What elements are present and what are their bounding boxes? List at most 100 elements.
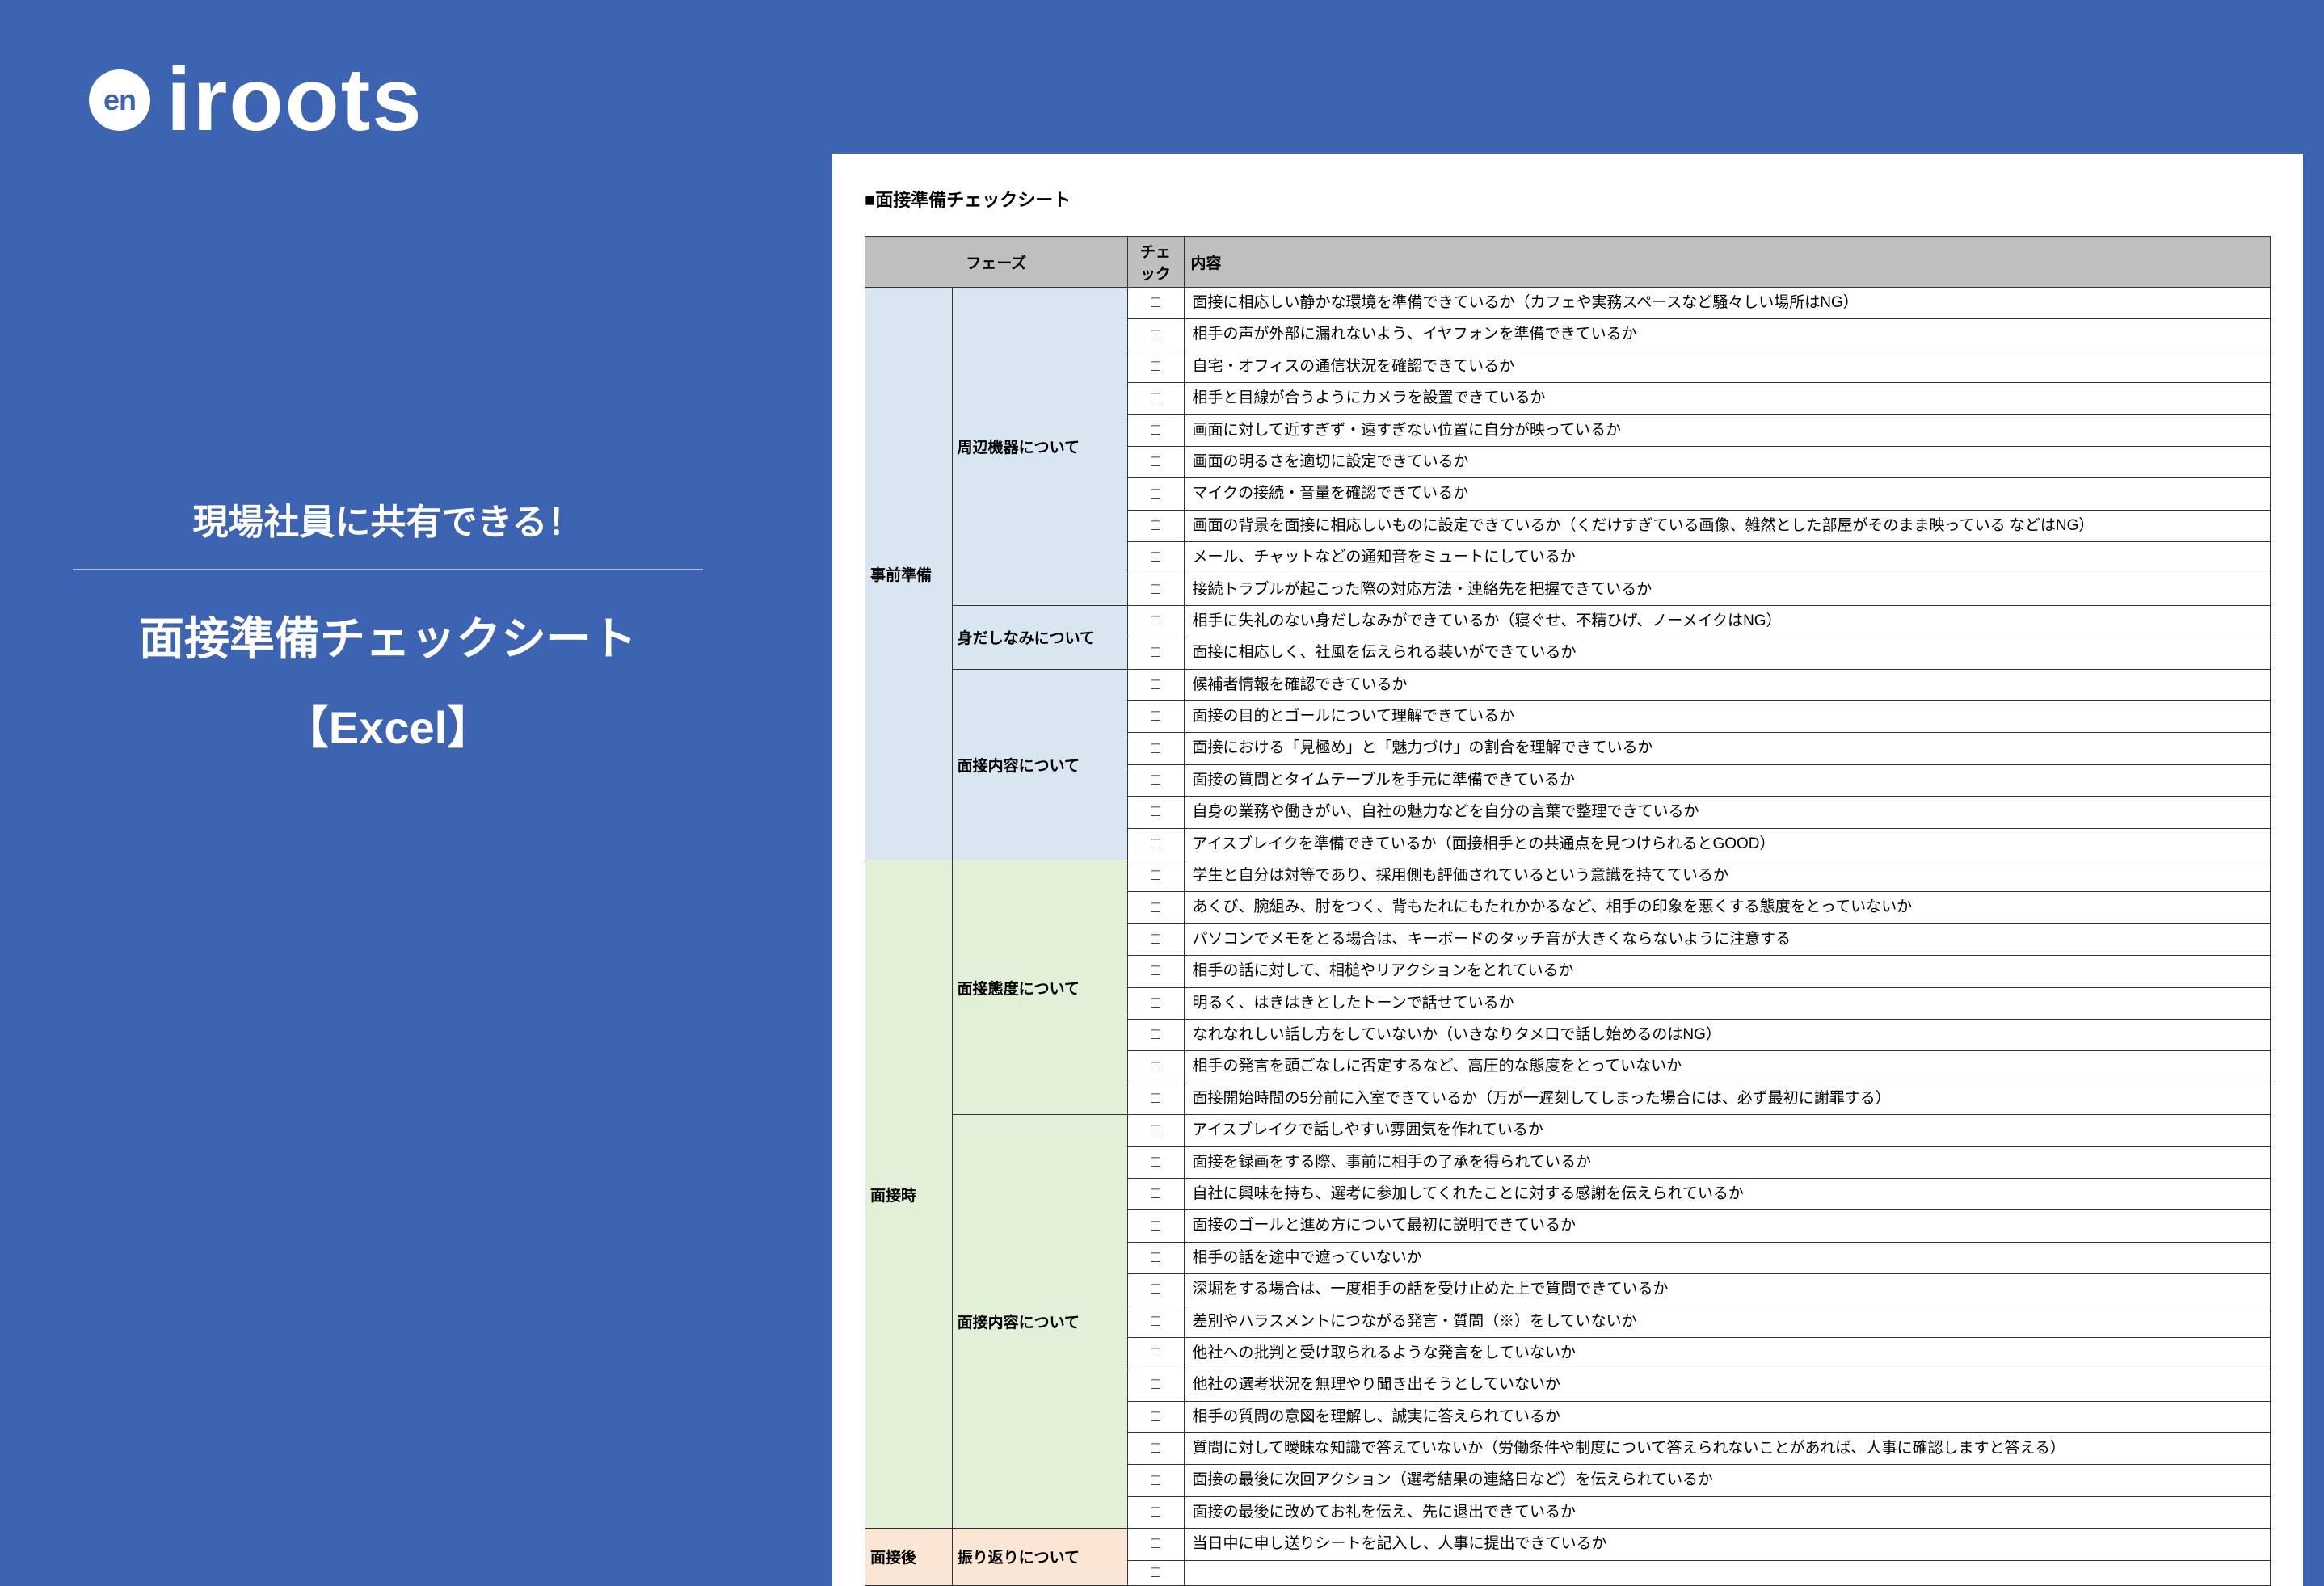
content-cell: アイスブレイクで話しやすい雰囲気を作れているか (1184, 1115, 2270, 1146)
checkbox-cell: □ (1127, 1465, 1184, 1496)
subphase-cell: 面接態度について (952, 860, 1127, 1115)
checkbox-cell: □ (1127, 574, 1184, 605)
content-cell: 相手と目線が合うようにカメラを設置できているか (1184, 383, 2270, 414)
checkbox-cell: □ (1127, 764, 1184, 796)
content-cell: 深堀をする場合は、一度相手の話を受け止めた上で質問できているか (1184, 1274, 2270, 1306)
checkbox-cell: □ (1127, 605, 1184, 637)
checkbox-cell: □ (1127, 1115, 1184, 1146)
checkbox-cell: □ (1127, 351, 1184, 382)
subphase-cell: 面接内容について (952, 1115, 1127, 1529)
content-cell: 面接の目的とゴールについて理解できているか (1184, 701, 2270, 733)
content-cell: 画面の背景を面接に相応しいものに設定できているか（くだけすぎている画像、雑然とし… (1184, 510, 2270, 541)
content-cell: 面接に相応しい静かな環境を準備できているか（カフェや実務スペースなど騒々しい場所… (1184, 288, 2270, 319)
table-row: 面接内容について□アイスブレイクで話しやすい雰囲気を作れているか (865, 1115, 2271, 1146)
checkbox-cell: □ (1127, 733, 1184, 764)
document-title: ■面接準備チェックシート (865, 186, 2271, 212)
checkbox-cell: □ (1127, 288, 1184, 319)
checkbox-cell: □ (1127, 414, 1184, 446)
content-cell: 面接の質問とタイムテーブルを手元に準備できているか (1184, 764, 2270, 796)
checklist-table: フェーズ チェック 内容 事前準備周辺機器について□面接に相応しい静かな環境を準… (865, 236, 2271, 1586)
content-cell: マイクの接続・音量を確認できているか (1184, 478, 2270, 510)
content-cell: 相手の声が外部に漏れないよう、イヤフォンを準備できているか (1184, 319, 2270, 351)
checkbox-cell: □ (1127, 892, 1184, 923)
phase-cell: 事前準備 (865, 288, 953, 860)
checkbox-cell: □ (1127, 1369, 1184, 1401)
phase-cell: 面接時 (865, 860, 953, 1529)
content-cell: あくび、腕組み、肘をつく、背もたれにもたれかかるなど、相手の印象を悪くする態度を… (1184, 892, 2270, 923)
header-phase: フェーズ (865, 237, 1128, 288)
content-cell: 自宅・オフィスの通信状況を確認できているか (1184, 351, 2270, 382)
checkbox-cell: □ (1127, 1496, 1184, 1528)
checkbox-cell: □ (1127, 1401, 1184, 1432)
checkbox-cell: □ (1127, 1560, 1184, 1585)
content-cell: 面接を録画をする際、事前に相手の了承を得られているか (1184, 1146, 2270, 1178)
content-cell (1184, 1560, 2270, 1585)
content-cell: 質問に対して曖昧な知識で答えていないか（労働条件や制度について答えられないことが… (1184, 1433, 2270, 1465)
content-cell: 接続トラブルが起こった際の対応方法・連絡先を把握できているか (1184, 574, 2270, 605)
brand-text: iroots (166, 48, 423, 151)
header-check: チェック (1127, 237, 1184, 288)
content-cell: 明るく、はきはきとしたトーンで話せているか (1184, 987, 2270, 1019)
checkbox-cell: □ (1127, 383, 1184, 414)
checkbox-cell: □ (1127, 542, 1184, 574)
content-cell: メール、チャットなどの通知音をミュートにしているか (1184, 542, 2270, 574)
tagline-top: 現場社員に共有できる！ (73, 493, 703, 570)
content-cell: 面接開始時間の5分前に入室できているか（万が一遅刻してしまった場合には、必ず最初… (1184, 1083, 2270, 1114)
checkbox-cell: □ (1127, 446, 1184, 477)
checkbox-cell: □ (1127, 956, 1184, 987)
content-cell: 面接に相応しく、社風を伝えられる装いができているか (1184, 637, 2270, 669)
checkbox-cell: □ (1127, 987, 1184, 1019)
content-cell: 他社への批判と受け取られるような発言をしていないか (1184, 1337, 2270, 1369)
checkbox-cell: □ (1127, 923, 1184, 955)
tagline-title: 面接準備チェックシート (73, 603, 703, 675)
logo-area: en iroots (89, 48, 423, 151)
checkbox-cell: □ (1127, 1146, 1184, 1178)
subphase-cell: 周辺機器について (952, 288, 1127, 606)
checkbox-cell: □ (1127, 669, 1184, 700)
en-badge: en (89, 69, 150, 131)
checkbox-cell: □ (1127, 478, 1184, 510)
content-cell: 自社に興味を持ち、選考に参加してくれたことに対する感謝を伝えられているか (1184, 1178, 2270, 1209)
content-cell: 画面の明るさを適切に設定できているか (1184, 446, 2270, 477)
checkbox-cell: □ (1127, 828, 1184, 860)
content-cell: 相手の質問の意図を理解し、誠実に答えられているか (1184, 1401, 2270, 1432)
phase-cell: 面接後 (865, 1529, 953, 1585)
content-cell: 画面に対して近すぎず・遠すぎない位置に自分が映っているか (1184, 414, 2270, 446)
content-cell: 面接における「見極め」と「魅力づけ」の割合を理解できているか (1184, 733, 2270, 764)
content-cell: なれなれしい話し方をしていないか（いきなりタメ口で話し始めるのはNG） (1184, 1019, 2270, 1050)
content-cell: 相手に失礼のない身だしなみができているか（寝ぐせ、不精ひげ、ノーメイクはNG） (1184, 605, 2270, 637)
checkbox-cell: □ (1127, 1242, 1184, 1273)
checkbox-cell: □ (1127, 637, 1184, 669)
checkbox-cell: □ (1127, 319, 1184, 351)
checkbox-cell: □ (1127, 1306, 1184, 1337)
document-preview: ■面接準備チェックシート フェーズ チェック 内容 事前準備周辺機器について□面… (832, 154, 2303, 1586)
subphase-cell: 振り返りについて (952, 1529, 1127, 1585)
checkbox-cell: □ (1127, 1210, 1184, 1242)
content-cell: 面接の最後に次回アクション（選考結果の連絡日など）を伝えられているか (1184, 1465, 2270, 1496)
content-cell: 相手の話を途中で遮っていないか (1184, 1242, 2270, 1273)
tagline-block: 現場社員に共有できる！ 面接準備チェックシート 【Excel】 (73, 493, 703, 757)
subphase-cell: 身だしなみについて (952, 605, 1127, 669)
checkbox-cell: □ (1127, 1274, 1184, 1306)
content-cell: パソコンでメモをとる場合は、キーボードのタッチ音が大きくならないように注意する (1184, 923, 2270, 955)
checkbox-cell: □ (1127, 510, 1184, 541)
content-cell: 相手の発言を頭ごなしに否定するなど、高圧的な態度をとっていないか (1184, 1051, 2270, 1083)
subphase-cell: 面接内容について (952, 669, 1127, 860)
content-cell: 面接の最後に改めてお礼を伝え、先に退出できているか (1184, 1496, 2270, 1528)
content-cell: 候補者情報を確認できているか (1184, 669, 2270, 700)
tagline-sub: 【Excel】 (73, 692, 703, 757)
content-cell: 他社の選考状況を無理やり聞き出そうとしていないか (1184, 1369, 2270, 1401)
checkbox-cell: □ (1127, 1051, 1184, 1083)
checkbox-cell: □ (1127, 1178, 1184, 1209)
content-cell: 面接のゴールと進め方について最初に説明できているか (1184, 1210, 2270, 1242)
checkbox-cell: □ (1127, 1433, 1184, 1465)
checkbox-cell: □ (1127, 797, 1184, 828)
content-cell: 相手の話に対して、相槌やリアクションをとれているか (1184, 956, 2270, 987)
content-cell: 差別やハラスメントにつながる発言・質問（※）をしていないか (1184, 1306, 2270, 1337)
content-cell: 学生と自分は対等であり、採用側も評価されているという意識を持てているか (1184, 860, 2270, 892)
checkbox-cell: □ (1127, 1083, 1184, 1114)
checkbox-cell: □ (1127, 1337, 1184, 1369)
table-row: 面接後振り返りについて□当日中に申し送りシートを記入し、人事に提出できているか (865, 1529, 2271, 1560)
content-cell: アイスブレイクを準備できているか（面接相手との共通点を見つけられるとGOOD） (1184, 828, 2270, 860)
content-cell: 自身の業務や働きがい、自社の魅力などを自分の言葉で整理できているか (1184, 797, 2270, 828)
